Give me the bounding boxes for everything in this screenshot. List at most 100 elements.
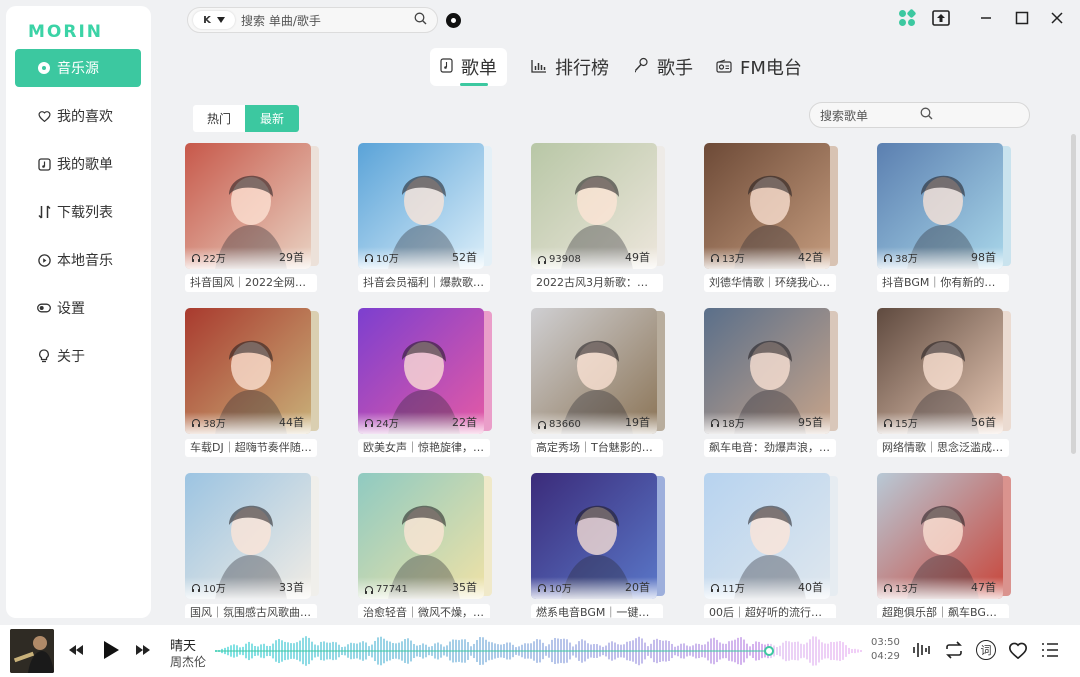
sidebar: MORIN 音乐源 我的喜欢 我的歌单 下载列表 本地音乐 设置 关于 (6, 6, 151, 618)
headphones-icon (538, 420, 546, 429)
lyrics-button[interactable]: 词 (976, 640, 996, 660)
favorite-heart-icon[interactable] (1008, 641, 1028, 663)
playlist-cover[interactable]: 38万 98首 (877, 143, 1003, 269)
playlist-cover[interactable]: 10万 52首 (358, 143, 484, 269)
playlist-search-bar[interactable]: 搜索歌单 (809, 102, 1030, 128)
play-icon[interactable] (101, 639, 121, 665)
sidebar-item-local-music[interactable]: 本地音乐 (15, 241, 141, 279)
sidebar-item-label: 音乐源 (57, 61, 99, 77)
playlist-cover[interactable]: 18万 95首 (704, 308, 830, 434)
playlist-card[interactable]: 11万 40首 00后｜超好听的流行情歌 (704, 473, 844, 618)
minimize-icon[interactable] (976, 8, 996, 28)
playlist-card[interactable]: 77741 35首治愈轻音｜微风不燥，正好 (358, 473, 498, 618)
waveform-progress[interactable] (215, 633, 863, 669)
playlist-cover[interactable]: 22万 29首 (185, 143, 311, 269)
playlist-title[interactable]: 欧美女声｜惊艳旋律，一听就爱 (358, 439, 490, 457)
previous-icon[interactable] (67, 641, 85, 663)
sidebar-item-label: 本地音乐 (57, 253, 113, 269)
source-selector[interactable]: K (193, 11, 235, 29)
playlist-title[interactable]: 00后｜超好听的流行情歌 (704, 604, 836, 618)
playlist-title[interactable]: 燃系电音BGM｜一键开燃 (531, 604, 663, 618)
playlist-cover[interactable]: 11万 40首 (704, 473, 830, 599)
sidebar-item-music-source[interactable]: 音乐源 (15, 49, 141, 87)
playlist-card[interactable]: 13万 42首刘德华情歌｜环绕我心的旋律 (704, 143, 844, 295)
playlist-card[interactable]: 15万 56首网络情歌｜思念泛滥成河的夜晚 (877, 308, 1017, 460)
playlist-title[interactable]: 高定秀场｜T台魅影的时尚节拍 (531, 439, 663, 457)
playlist-card[interactable]: 38万 44首车载DJ｜超嗨节奏伴随新旅程 (185, 308, 325, 460)
playlist-title[interactable]: 2022古风3月新歌：山水画卷 (531, 274, 663, 292)
filter-new-button[interactable]: 最新 (245, 105, 299, 132)
scrollbar[interactable] (1071, 134, 1076, 454)
playlist-cover[interactable]: 13万 47首 (877, 473, 1003, 599)
playlist-title[interactable]: 抖音BGM｜你有新的剪辑素材 (877, 274, 1009, 292)
playlist-card[interactable]: 38万 98首抖音BGM｜你有新的剪辑素材 (877, 143, 1017, 295)
playlist-title[interactable]: 车载DJ｜超嗨节奏伴随新旅程 (185, 439, 317, 457)
playlist-cover[interactable]: 83660 19首 (531, 308, 657, 434)
playlist-cover[interactable]: 38万 44首 (185, 308, 311, 434)
lyrics-label: 词 (980, 644, 992, 657)
playlist-title[interactable]: 国风｜氛围感古风歌曲合集 (185, 604, 317, 618)
sidebar-item-settings[interactable]: 设置 (15, 289, 141, 327)
playlist-cover[interactable]: 24万 22首 (358, 308, 484, 434)
tab-singer[interactable]: 歌手 (623, 48, 703, 86)
track-count: 35首 (452, 581, 477, 594)
search-icon[interactable] (920, 107, 1020, 123)
play-count: 15万 (883, 415, 918, 430)
search-icon[interactable] (414, 12, 427, 29)
playlist-title[interactable]: 抖音会员福利｜爆款歌曲合集 (358, 274, 490, 292)
album-cover[interactable] (10, 629, 54, 673)
playlist-title[interactable]: 抖音国风｜2022全网最火古风歌曲 (185, 274, 317, 292)
sidebar-item-favorites[interactable]: 我的喜欢 (15, 97, 141, 135)
play-count: 77741 (364, 584, 408, 595)
playlist-cover[interactable]: 13万 42首 (704, 143, 830, 269)
songlist-icon (440, 57, 453, 78)
song-search-input[interactable]: 搜索 单曲/歌手 (241, 12, 414, 29)
playlist-card[interactable]: 10万 20首燃系电音BGM｜一键开燃 (531, 473, 671, 618)
theme-skin-icon[interactable] (897, 8, 917, 28)
playlist-card[interactable]: 10万 33首国风｜氛围感古风歌曲合集 (185, 473, 325, 618)
playlist-title[interactable]: 刘德华情歌｜环绕我心的旋律 (704, 274, 836, 292)
playlist-cover[interactable]: 15万 56首 (877, 308, 1003, 434)
playlist-card[interactable]: 13万 47首超跑俱乐部｜飙车BGM，燃 (877, 473, 1017, 618)
equalizer-icon[interactable] (912, 640, 930, 664)
sidebar-item-about[interactable]: 关于 (15, 337, 141, 375)
playlist-title[interactable]: 治愈轻音｜微风不燥，正好 (358, 604, 490, 618)
filter-hot-button[interactable]: 热门 (193, 105, 245, 132)
track-count: 52首 (452, 251, 477, 264)
playlist-card[interactable]: 24万 22首欧美女声｜惊艳旋律，一听就爱 (358, 308, 498, 460)
playlist-search-input[interactable]: 搜索歌单 (820, 107, 920, 124)
total-duration: 04:29 (871, 651, 900, 662)
playlist-cover[interactable]: 10万 20首 (531, 473, 657, 599)
play-queue-icon[interactable] (1041, 642, 1059, 662)
playlist-icon (37, 157, 51, 171)
playlist-card[interactable]: 93908 49首 2022古风3月新歌：山水画卷 (531, 143, 671, 295)
playlist-card[interactable]: 18万 95首飙车电音：劲爆声浪，驱散烦闷 (704, 308, 844, 460)
player-bar: 晴天 周杰伦 03:50 04:29 词 (0, 625, 1080, 677)
mini-mode-icon[interactable] (931, 8, 951, 28)
playlist-cover[interactable]: 10万 33首 (185, 473, 311, 599)
track-count: 44首 (279, 416, 304, 429)
close-icon[interactable] (1047, 8, 1067, 28)
playlist-title[interactable]: 超跑俱乐部｜飙车BGM，燃 (877, 604, 1009, 618)
headphones-icon (538, 255, 546, 264)
play-count: 38万 (883, 250, 918, 265)
sidebar-item-my-playlists[interactable]: 我的歌单 (15, 145, 141, 183)
sidebar-item-downloads[interactable]: 下载列表 (15, 193, 141, 231)
playlist-card[interactable]: 83660 19首高定秀场｜T台魅影的时尚节拍 (531, 308, 671, 460)
playlist-title[interactable]: 网络情歌｜思念泛滥成河的夜晚 (877, 439, 1009, 457)
playlist-title[interactable]: 飙车电音：劲爆声浪，驱散烦闷 (704, 439, 836, 457)
song-search-bar[interactable]: K 搜索 单曲/歌手 (187, 7, 438, 33)
tab-fm-radio[interactable]: FM电台 (706, 48, 812, 86)
progress-knob[interactable] (764, 646, 775, 656)
song-artist[interactable]: 周杰伦 (170, 653, 206, 670)
tab-songlist[interactable]: 歌单 (430, 48, 507, 86)
playlist-cover[interactable]: 93908 49首 (531, 143, 657, 269)
tab-chart[interactable]: 排行榜 (521, 48, 619, 86)
playlist-cover[interactable]: 77741 35首 (358, 473, 484, 599)
next-icon[interactable] (134, 641, 152, 663)
playlist-card[interactable]: 22万 29首抖音国风｜2022全网最火古风歌曲 (185, 143, 325, 295)
repeat-icon[interactable] (944, 641, 964, 663)
playlist-card[interactable]: 10万 52首抖音会员福利｜爆款歌曲合集 (358, 143, 498, 295)
maximize-icon[interactable] (1012, 8, 1032, 28)
vinyl-disc-icon[interactable] (446, 13, 461, 28)
